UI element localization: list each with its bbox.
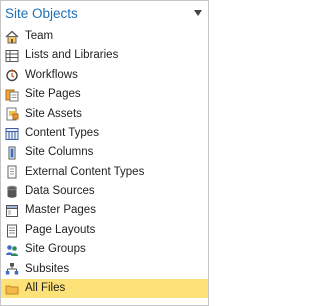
external-content-types-icon [5, 165, 19, 179]
nav-item-site-columns[interactable]: Site Columns [1, 143, 208, 162]
nav-item-label: All Files [25, 282, 66, 295]
content-types-icon [5, 127, 19, 141]
site-assets-icon [5, 107, 19, 121]
nav-item-label: Site Groups [25, 243, 86, 256]
nav-item-label: Data Sources [25, 185, 95, 198]
nav-item-external-content-types[interactable]: External Content Types [1, 163, 208, 182]
collapse-caret-icon[interactable] [194, 10, 202, 16]
nav-item-site-pages[interactable]: Site Pages [1, 85, 208, 104]
all-files-icon [5, 282, 19, 296]
nav-item-lists-and-libraries[interactable]: Lists and Libraries [1, 46, 208, 65]
site-columns-icon [5, 146, 19, 160]
data-sources-icon [5, 185, 19, 199]
nav-item-site-groups[interactable]: Site Groups [1, 240, 208, 259]
nav-item-label: External Content Types [25, 165, 145, 178]
list-library-icon [5, 49, 19, 63]
nav-item-label: Workflows [25, 68, 78, 81]
nav-item-master-pages[interactable]: Master Pages [1, 202, 208, 221]
nav-item-page-layouts[interactable]: Page Layouts [1, 221, 208, 240]
site-pages-icon [5, 88, 19, 102]
nav-item-label: Site Assets [25, 107, 82, 120]
nav-item-team[interactable]: Team [1, 27, 208, 46]
master-pages-icon [5, 204, 19, 218]
site-groups-icon [5, 243, 19, 257]
nav-item-label: Lists and Libraries [25, 49, 119, 62]
nav-item-label: Subsites [25, 262, 70, 275]
nav-item-subsites[interactable]: Subsites [1, 260, 208, 279]
page-layouts-icon [5, 224, 19, 238]
subsites-icon [5, 262, 19, 276]
nav-item-content-types[interactable]: Content Types [1, 124, 208, 143]
nav-item-label: Team [25, 29, 54, 42]
nav-item-label: Page Layouts [25, 223, 96, 236]
nav-item-workflows[interactable]: Workflows [1, 66, 208, 85]
nav-item-all-files[interactable]: All Files [1, 279, 208, 299]
nav-item-data-sources[interactable]: Data Sources [1, 182, 208, 201]
panel-header[interactable]: Site Objects [1, 1, 208, 27]
workflow-icon [5, 68, 19, 82]
panel-title: Site Objects [5, 6, 78, 21]
nav-item-label: Master Pages [25, 204, 96, 217]
nav-item-site-assets[interactable]: Site Assets [1, 105, 208, 124]
site-objects-list: Team Lists and Libraries Workflows Site … [1, 27, 208, 299]
nav-item-label: Site Pages [25, 88, 81, 101]
nav-item-label: Content Types [25, 126, 99, 139]
home-icon [5, 30, 19, 44]
site-objects-panel: Site Objects Team Lists and Libraries Wo… [0, 0, 209, 306]
nav-item-label: Site Columns [25, 146, 94, 159]
